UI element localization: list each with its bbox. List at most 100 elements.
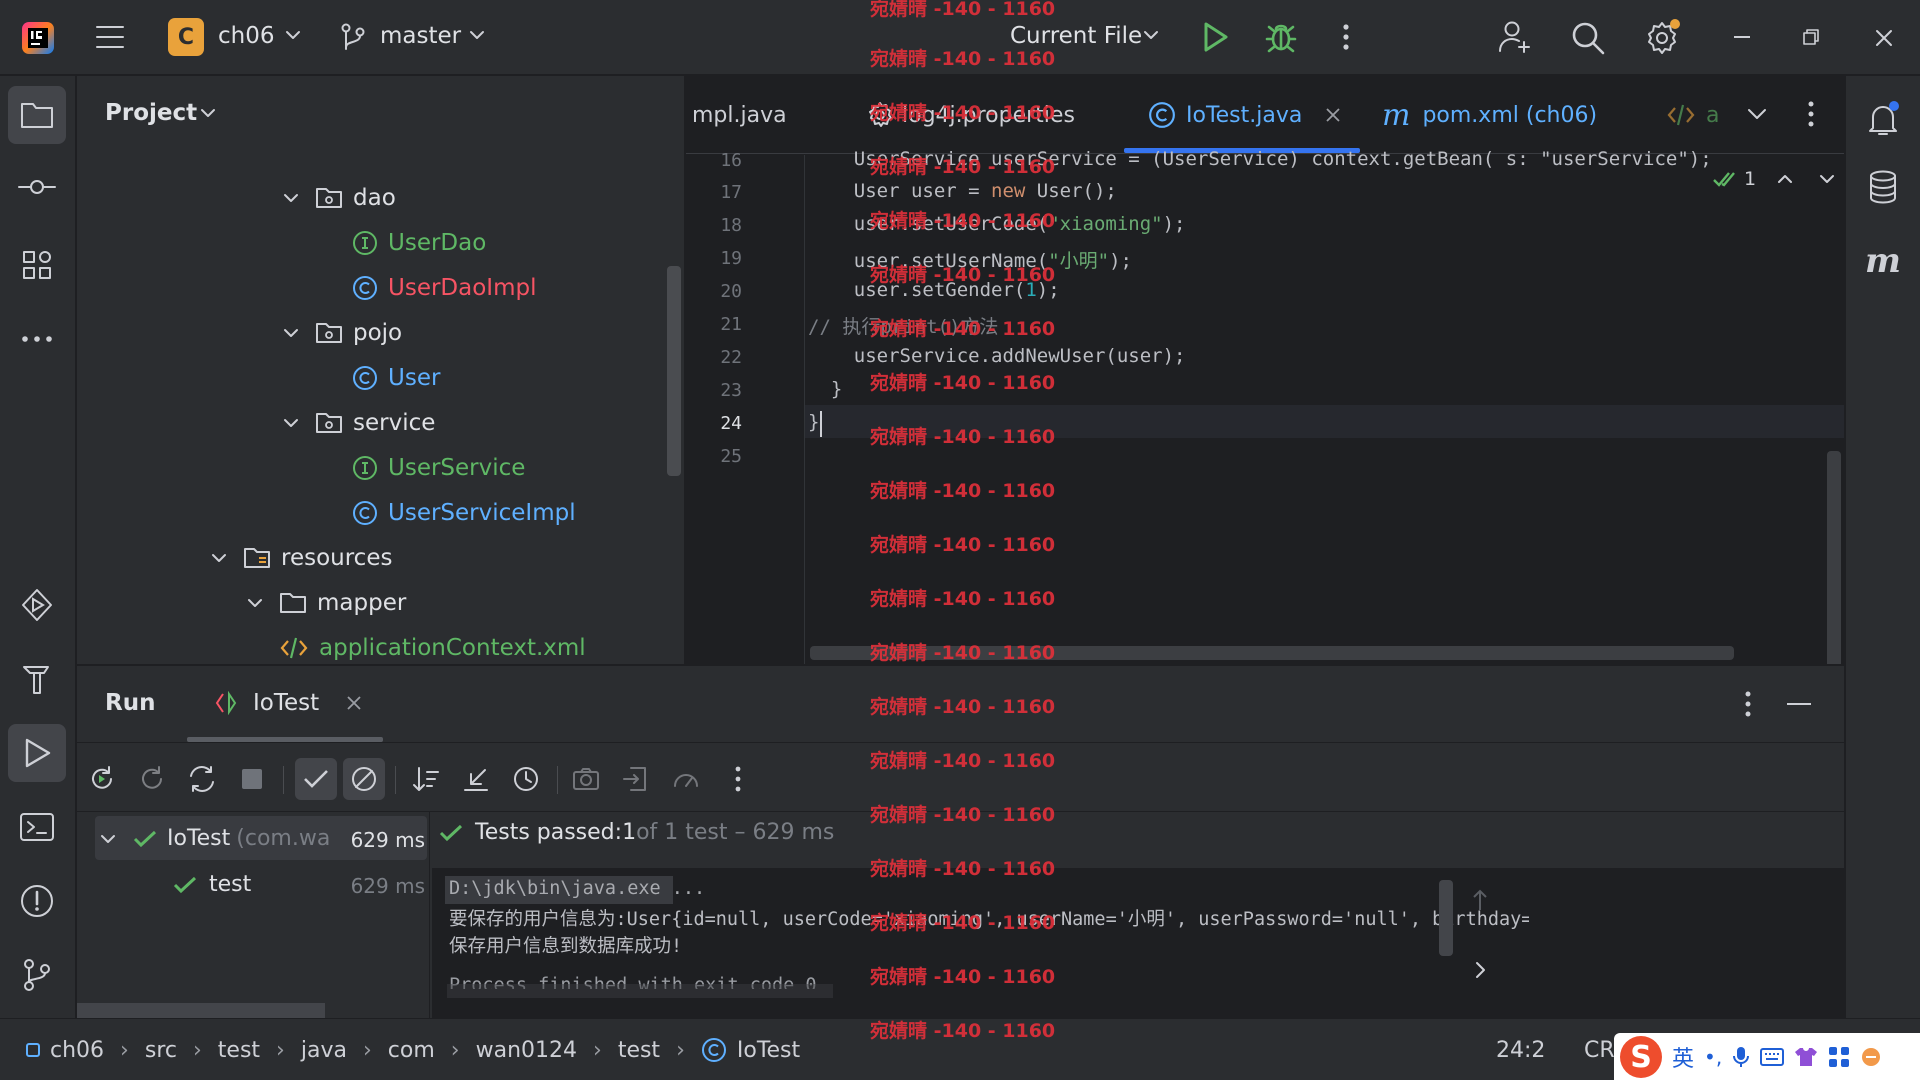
more-vertical-icon[interactable] bbox=[717, 758, 759, 800]
inspection-widget[interactable]: 1 bbox=[1712, 168, 1836, 190]
notifications-bell-icon[interactable] bbox=[1854, 90, 1912, 148]
collapse-icon[interactable] bbox=[455, 758, 497, 800]
intellij-logo-icon[interactable] bbox=[20, 20, 56, 56]
chevron-down-icon[interactable] bbox=[99, 832, 117, 846]
tree-item-resources[interactable]: resources bbox=[207, 538, 392, 578]
line-separator[interactable]: CR bbox=[1584, 1019, 1615, 1080]
breadcrumb-item[interactable]: com bbox=[388, 1038, 435, 1063]
tab-xml-file[interactable]: a bbox=[1666, 76, 1719, 154]
tree-item-userserviceimpl[interactable]: UserServiceImpl bbox=[352, 493, 576, 533]
sort-icon[interactable] bbox=[405, 758, 447, 800]
project-name[interactable]: ch06 bbox=[218, 23, 275, 49]
stop-icon[interactable] bbox=[231, 758, 273, 800]
chevron-down-icon[interactable] bbox=[468, 28, 486, 42]
database-icon[interactable] bbox=[1854, 158, 1912, 216]
tree-item-pojo[interactable]: pojo bbox=[279, 313, 402, 353]
main-menu-icon[interactable] bbox=[94, 22, 126, 52]
chevron-down-icon[interactable] bbox=[1142, 28, 1160, 42]
breadcrumb-item[interactable]: test bbox=[618, 1038, 660, 1063]
more-tools-icon[interactable] bbox=[8, 310, 66, 368]
settings-gear-icon[interactable] bbox=[1644, 18, 1682, 56]
rerun-failed-icon[interactable] bbox=[131, 758, 173, 800]
project-badge[interactable]: C bbox=[168, 18, 204, 56]
structure-icon[interactable] bbox=[8, 236, 66, 294]
history-icon[interactable] bbox=[505, 758, 547, 800]
rerun-icon[interactable] bbox=[81, 758, 123, 800]
scroll-to-top-icon[interactable] bbox=[1471, 888, 1489, 912]
ime-language[interactable]: 英 bbox=[1672, 1041, 1694, 1073]
project-scrollbar[interactable] bbox=[667, 266, 681, 476]
breadcrumb-item[interactable]: ch06 bbox=[50, 1038, 104, 1063]
close-tab-icon[interactable] bbox=[345, 694, 363, 712]
show-ignored-icon[interactable] bbox=[343, 758, 385, 800]
branch-name[interactable]: master bbox=[380, 23, 461, 49]
tree-item-userservice[interactable]: UserService bbox=[352, 448, 525, 488]
chevron-up-icon[interactable] bbox=[1776, 172, 1794, 186]
tab-impl-java[interactable]: mpl.java bbox=[692, 76, 787, 154]
console-line-command[interactable]: D:\jdk\bin\java.exe ... bbox=[449, 878, 705, 899]
chevron-down-icon[interactable] bbox=[207, 551, 231, 565]
tree-item-dao[interactable]: dao bbox=[279, 178, 396, 218]
search-icon[interactable] bbox=[1570, 20, 1606, 56]
sogou-logo-icon[interactable]: S bbox=[1620, 1036, 1662, 1078]
build-hammer-icon[interactable] bbox=[8, 650, 66, 708]
problems-icon[interactable] bbox=[8, 872, 66, 930]
toolbox-grid-icon[interactable] bbox=[1828, 1046, 1850, 1068]
breadcrumb-item[interactable]: java bbox=[301, 1038, 347, 1063]
chevron-down-icon[interactable] bbox=[279, 416, 303, 430]
tree-item-mapper[interactable]: mapper bbox=[243, 583, 406, 623]
breadcrumb-item[interactable]: wan0124 bbox=[476, 1038, 577, 1063]
chevron-down-icon[interactable] bbox=[199, 106, 217, 120]
commit-icon[interactable] bbox=[8, 158, 66, 216]
chevron-down-icon[interactable] bbox=[284, 28, 302, 42]
ime-extra-icon[interactable] bbox=[1860, 1046, 1882, 1068]
tree-item-user[interactable]: User bbox=[352, 358, 440, 398]
more-vertical-icon[interactable] bbox=[1741, 688, 1755, 720]
project-tool-icon[interactable] bbox=[8, 86, 66, 144]
tab-iotest-java[interactable]: IoTest.java bbox=[1148, 76, 1342, 154]
skin-shirt-icon[interactable] bbox=[1794, 1046, 1818, 1068]
breadcrumb-item[interactable]: src bbox=[145, 1038, 177, 1063]
maven-icon[interactable]: m bbox=[1854, 232, 1912, 290]
run-icon[interactable] bbox=[1200, 20, 1230, 54]
coverage-icon[interactable] bbox=[665, 758, 707, 800]
tabs-overflow-chevron-icon[interactable] bbox=[1746, 106, 1768, 122]
services-icon[interactable] bbox=[8, 576, 66, 634]
debug-icon[interactable] bbox=[1264, 20, 1298, 54]
code-line[interactable]: userService.addNewUser(user); bbox=[808, 345, 1186, 367]
breadcrumb-item[interactable]: test bbox=[218, 1038, 260, 1063]
tree-item-userdao[interactable]: UserDao bbox=[352, 223, 486, 263]
import-tests-icon[interactable] bbox=[615, 758, 657, 800]
camera-icon[interactable] bbox=[565, 758, 607, 800]
restore-window-icon[interactable] bbox=[1802, 28, 1820, 46]
editor-vertical-scrollbar[interactable] bbox=[1827, 451, 1841, 664]
tab-pom-xml[interactable]: m pom.xml (ch06) bbox=[1382, 76, 1597, 154]
tree-item-userdaoimpl[interactable]: UserDaoImpl bbox=[352, 268, 536, 308]
run-tool-icon[interactable] bbox=[8, 724, 66, 782]
console-scrollbar[interactable] bbox=[1439, 880, 1453, 956]
keyboard-icon[interactable] bbox=[1760, 1047, 1785, 1067]
git-icon[interactable] bbox=[8, 946, 66, 1004]
run-tab-iotest[interactable]: IoTest bbox=[215, 690, 363, 716]
ime-punctuation-icon[interactable]: •, bbox=[1704, 1045, 1722, 1069]
show-passed-icon[interactable] bbox=[295, 758, 337, 800]
code-line-current[interactable]: } bbox=[808, 411, 819, 433]
more-vertical-icon[interactable] bbox=[1804, 98, 1818, 130]
code-line[interactable]: } bbox=[808, 378, 842, 400]
chevron-down-icon[interactable] bbox=[279, 326, 303, 340]
microphone-icon[interactable] bbox=[1732, 1045, 1750, 1069]
chevron-down-icon[interactable] bbox=[1818, 172, 1836, 186]
test-tree-child-row[interactable]: test bbox=[173, 872, 251, 897]
close-window-icon[interactable] bbox=[1874, 28, 1894, 48]
git-branch-icon[interactable] bbox=[340, 22, 366, 52]
hide-panel-icon[interactable] bbox=[1787, 703, 1811, 705]
chevron-down-icon[interactable] bbox=[279, 191, 303, 205]
close-tab-icon[interactable] bbox=[1324, 106, 1342, 124]
run-panel-title[interactable]: Run bbox=[105, 690, 155, 716]
code-line[interactable]: User user = new User(); bbox=[808, 180, 1117, 202]
toggle-auto-test-icon[interactable] bbox=[181, 758, 223, 800]
minimize-icon[interactable] bbox=[1734, 36, 1750, 38]
tree-item-applicationcontext-xml[interactable]: applicationContext.xml bbox=[279, 628, 586, 664]
ime-toolbar[interactable]: S 英 •, bbox=[1614, 1033, 1920, 1080]
breadcrumb-item[interactable]: IoTest bbox=[737, 1038, 800, 1063]
